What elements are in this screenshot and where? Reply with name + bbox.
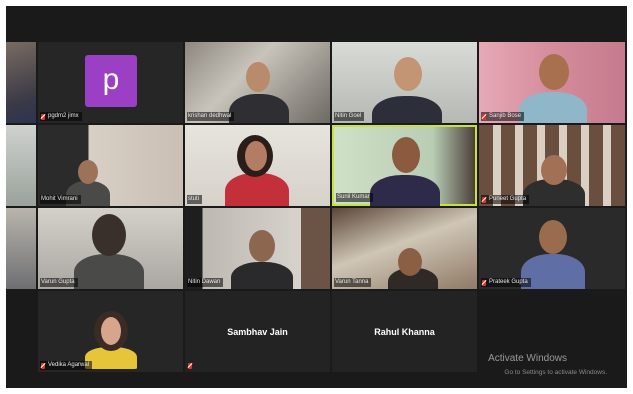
participant-tile[interactable]: Varun Gupta [38,208,183,289]
participant-name-label: pgdm2 jimx [40,112,82,121]
person-silhouette [370,175,440,206]
person-head [539,220,567,254]
activate-windows-title: Activate Windows [488,353,567,364]
participant-tile[interactable]: Nitin Dawan [185,208,330,289]
partial-tile [6,125,36,206]
participant-tile-active-speaker[interactable]: Sunil Kumar [332,125,477,206]
mic-muted-icon [482,279,486,286]
participant-name-label: Sanjib Bose [481,112,525,121]
mic-muted-icon [482,113,486,120]
zoom-gallery-view: p pgdm2 jimx krishan dedhwal Nitin Goel … [6,6,627,388]
participant-tile[interactable]: Puneet Gupta [479,125,625,206]
person-silhouette [372,96,442,123]
person-head [78,160,98,184]
video-feed [38,125,183,206]
participant-tile[interactable]: Sanjib Bose [479,42,625,123]
participant-name-label: Nitin Dawan [187,278,224,287]
participant-name-label: Varun Tanna [334,278,372,287]
person-silhouette [225,173,289,206]
participant-tile[interactable]: stuti [185,125,330,206]
participant-avatar: p [85,55,137,107]
person-head [92,214,126,256]
participant-tile[interactable]: Varun Tanna [332,208,477,289]
person-silhouette [74,254,144,289]
participant-tile[interactable]: Prateek Gupta [479,208,625,289]
partial-tile [6,42,36,123]
participant-tile[interactable]: Nitin Goel [332,42,477,123]
partial-tile [6,208,36,289]
person-silhouette [231,262,293,289]
mic-muted-icon [41,362,45,369]
mic-muted-icon [188,362,192,369]
participant-name-label: Mohit Vimrani [40,195,81,204]
participant-tile[interactable]: krishan dedhwal [185,42,330,123]
person-head [398,248,422,276]
participant-tile[interactable]: Rahul Khanna [332,291,477,372]
person-head [249,230,275,262]
person-head [246,62,270,92]
participant-name-label: Nitin Goel [334,112,365,121]
mic-muted-icon [41,113,45,120]
participant-name-label [187,361,198,370]
participant-name-label: Puneet Gupta [481,195,530,204]
participant-name-label: Vedika Agarwal [40,361,93,370]
participant-tile[interactable]: p pgdm2 jimx [38,42,183,123]
person-face [245,141,267,171]
person-head [392,137,420,173]
person-head [541,155,567,185]
mic-muted-icon [482,196,486,203]
participant-tile[interactable]: Mohit Vimrani [38,125,183,206]
person-silhouette [519,92,587,123]
person-head [394,57,422,91]
participant-name-label: Varun Gupta [40,278,78,287]
participant-name-label: krishan dedhwal [187,112,235,121]
activate-windows-subtitle: Go to Settings to activate Windows. [504,369,607,376]
participant-name-label: stuti [187,195,203,204]
participant-name-placeholder: Sambhav Jain [227,326,288,337]
person-head [539,54,569,90]
participant-name-label: Prateek Gupta [481,278,531,287]
participant-name-placeholder: Rahul Khanna [374,326,435,337]
participant-tile[interactable]: Sambhav Jain [185,291,330,372]
participant-name-label: Sunil Kumar [336,193,373,202]
participant-tile[interactable]: Vedika Agarwal [38,291,183,372]
person-silhouette [229,94,289,123]
person-face [101,317,121,345]
